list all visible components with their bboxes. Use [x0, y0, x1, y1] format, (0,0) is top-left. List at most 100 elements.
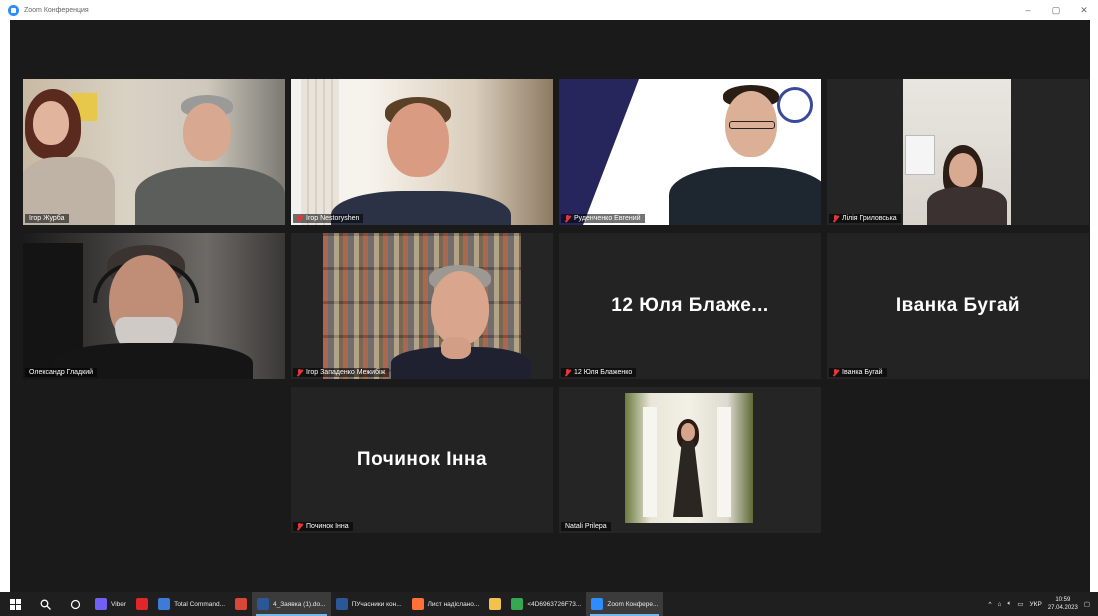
participant-tile[interactable]: Починок Інна Починок Інна [291, 387, 553, 533]
participant-tile[interactable]: Ігор Журба [23, 79, 285, 225]
maximize-button[interactable]: ▢ [1042, 0, 1070, 20]
participant-face [681, 423, 695, 441]
muted-mic-icon [297, 369, 303, 376]
participant-tile[interactable]: Ігор Западенко Межибіж [291, 233, 553, 379]
participant-face [949, 153, 977, 187]
window-curtain [301, 79, 339, 225]
participant-name: Ігор Журба [29, 215, 65, 222]
participant-face [431, 271, 489, 345]
column [717, 407, 731, 517]
muted-mic-icon [565, 369, 571, 376]
participant-display-name: 12 Юля Блаже... [611, 295, 769, 316]
taskbar-app-label: 4_Заявка (1).do... [273, 600, 326, 608]
university-logo-icon [777, 87, 813, 123]
window-title-bar[interactable]: Zoom Конференция – ▢ ✕ [0, 0, 1098, 20]
taskbar-app-label: Zoom Конфере... [607, 600, 659, 608]
muted-mic-icon [297, 523, 303, 530]
participant-display-name: Іванка Бугай [895, 295, 1021, 316]
participant-name-tag: Ігор Западенко Межибіж [293, 368, 390, 377]
viber-icon [95, 598, 107, 610]
clock[interactable]: 10:59 27.04.2023 [1048, 596, 1078, 612]
zoom-gallery-view: Ігор Журба Ігор Nestoryshen Руденченко Е… [10, 20, 1090, 592]
participant-name-tag: 12 Юля Блаженко [561, 368, 637, 377]
taskbar-app-button[interactable] [131, 592, 153, 616]
participant-name-tag: Ігор Журба [25, 214, 69, 223]
participant-name: Руденченко Евгений [574, 215, 641, 222]
volume-icon[interactable]: 🔈︎ [1007, 600, 1011, 608]
participant-tile[interactable]: Ігор Nestoryshen [291, 79, 553, 225]
participant-name: Natali Prilepa [565, 523, 607, 530]
windows-taskbar: Viber Total Command... 4_Заявка (1).do... П… [0, 592, 1098, 616]
taskbar-app-label: <4D6963726F73... [527, 600, 582, 608]
video-feed [827, 79, 1089, 225]
taskbar-app-button[interactable] [484, 592, 506, 616]
word-icon [335, 598, 348, 610]
windows-logo-icon [9, 598, 21, 610]
clock-time: 10:59 [1055, 597, 1071, 603]
video-feed [291, 233, 553, 379]
participant-tile[interactable]: Іванка Бугай Іванка Бугай [827, 233, 1089, 379]
network-icon[interactable]: ⌂ [998, 601, 1002, 608]
total-commander-icon [158, 598, 171, 610]
participant-name: 12 Юля Блаженко [574, 369, 633, 376]
room-window [905, 135, 935, 175]
system-tray: ^ ⌂ 🔈︎ ▭ УКР 10:59 27.04.2023 ▢ [988, 592, 1098, 616]
window-title: Zoom Конференция [24, 6, 89, 14]
participant-tile[interactable]: 12 Юля Блаже... 12 Юля Блаженко [559, 233, 821, 379]
participant-name: Ігор Западенко Межибіж [306, 369, 386, 376]
taskbar-app-button[interactable]: Лист надіслано... [407, 592, 485, 616]
muted-mic-icon [565, 215, 571, 222]
taskbar-app-button[interactable] [230, 592, 252, 616]
firefox-icon [411, 598, 424, 610]
participant-name-tag: Іванка Бугай [829, 368, 887, 377]
background-banner [559, 79, 639, 225]
display-icon[interactable]: ▭ [1017, 600, 1023, 608]
taskbar-app-button[interactable]: ПУчасники кон... [331, 592, 407, 616]
taskbar-app-button[interactable]: Viber [90, 592, 131, 616]
chrome-icon [511, 598, 524, 610]
taskbar-app-button[interactable]: 4_Заявка (1).do... [252, 592, 331, 616]
start-button[interactable] [0, 592, 30, 616]
tray-chevron-icon[interactable]: ^ [988, 601, 991, 608]
participant-name-tag: Олександр Гладкий [25, 368, 98, 377]
muted-mic-icon [297, 215, 303, 222]
participant-name-tag: Починок Інна [293, 522, 353, 531]
muted-mic-icon [833, 369, 839, 376]
column [643, 407, 657, 517]
file-explorer-icon [489, 598, 502, 610]
participant-name-tag: Natali Prilepa [561, 522, 611, 531]
zoom-app-icon [8, 4, 19, 16]
participant-tile[interactable]: Natali Prilepa [559, 387, 821, 533]
language-indicator[interactable]: УКР [1030, 601, 1042, 608]
taskbar-app-label: Total Command... [174, 600, 225, 608]
taskbar-app-label: Viber [111, 600, 127, 608]
taskbar-app-button[interactable]: Total Command... [153, 592, 230, 616]
taskbar-app-label: Лист надіслано... [427, 600, 480, 608]
task-view-button[interactable] [60, 592, 90, 616]
clock-date: 27.04.2023 [1047, 605, 1078, 611]
video-feed [559, 387, 821, 533]
search-button[interactable] [30, 592, 60, 616]
participant-body [927, 187, 1007, 225]
video-feed [291, 79, 553, 225]
participant-face [183, 103, 231, 161]
participant-tile[interactable]: Лілія Гриловська [827, 79, 1089, 225]
close-button[interactable]: ✕ [1070, 0, 1098, 20]
participant-tile[interactable]: Руденченко Евгений [559, 79, 821, 225]
participant-body [135, 167, 285, 225]
glasses [729, 121, 775, 129]
taskbar-app-button[interactable]: Zoom Конфере... [586, 592, 664, 616]
notifications-icon[interactable]: ▢ [1084, 600, 1090, 608]
minimize-button[interactable]: – [1014, 0, 1042, 20]
video-feed [559, 79, 821, 225]
screen: Zoom Конференция – ▢ ✕ Ігор Журба Ігор N… [0, 0, 1098, 616]
taskbar-app-button[interactable]: <4D6963726F73... [506, 592, 586, 616]
taskbar-app-label: ПУчасники кон... [351, 600, 402, 608]
participant-name: Лілія Гриловська [842, 215, 897, 222]
taskbar-app-list: Viber Total Command... 4_Заявка (1).do... П… [90, 592, 664, 616]
participant-name: Починок Інна [306, 523, 349, 530]
participant-tile[interactable]: Олександр Гладкий [23, 233, 285, 379]
task-view-icon [70, 599, 80, 609]
zoom-icon [591, 598, 604, 610]
word-icon [257, 598, 269, 610]
